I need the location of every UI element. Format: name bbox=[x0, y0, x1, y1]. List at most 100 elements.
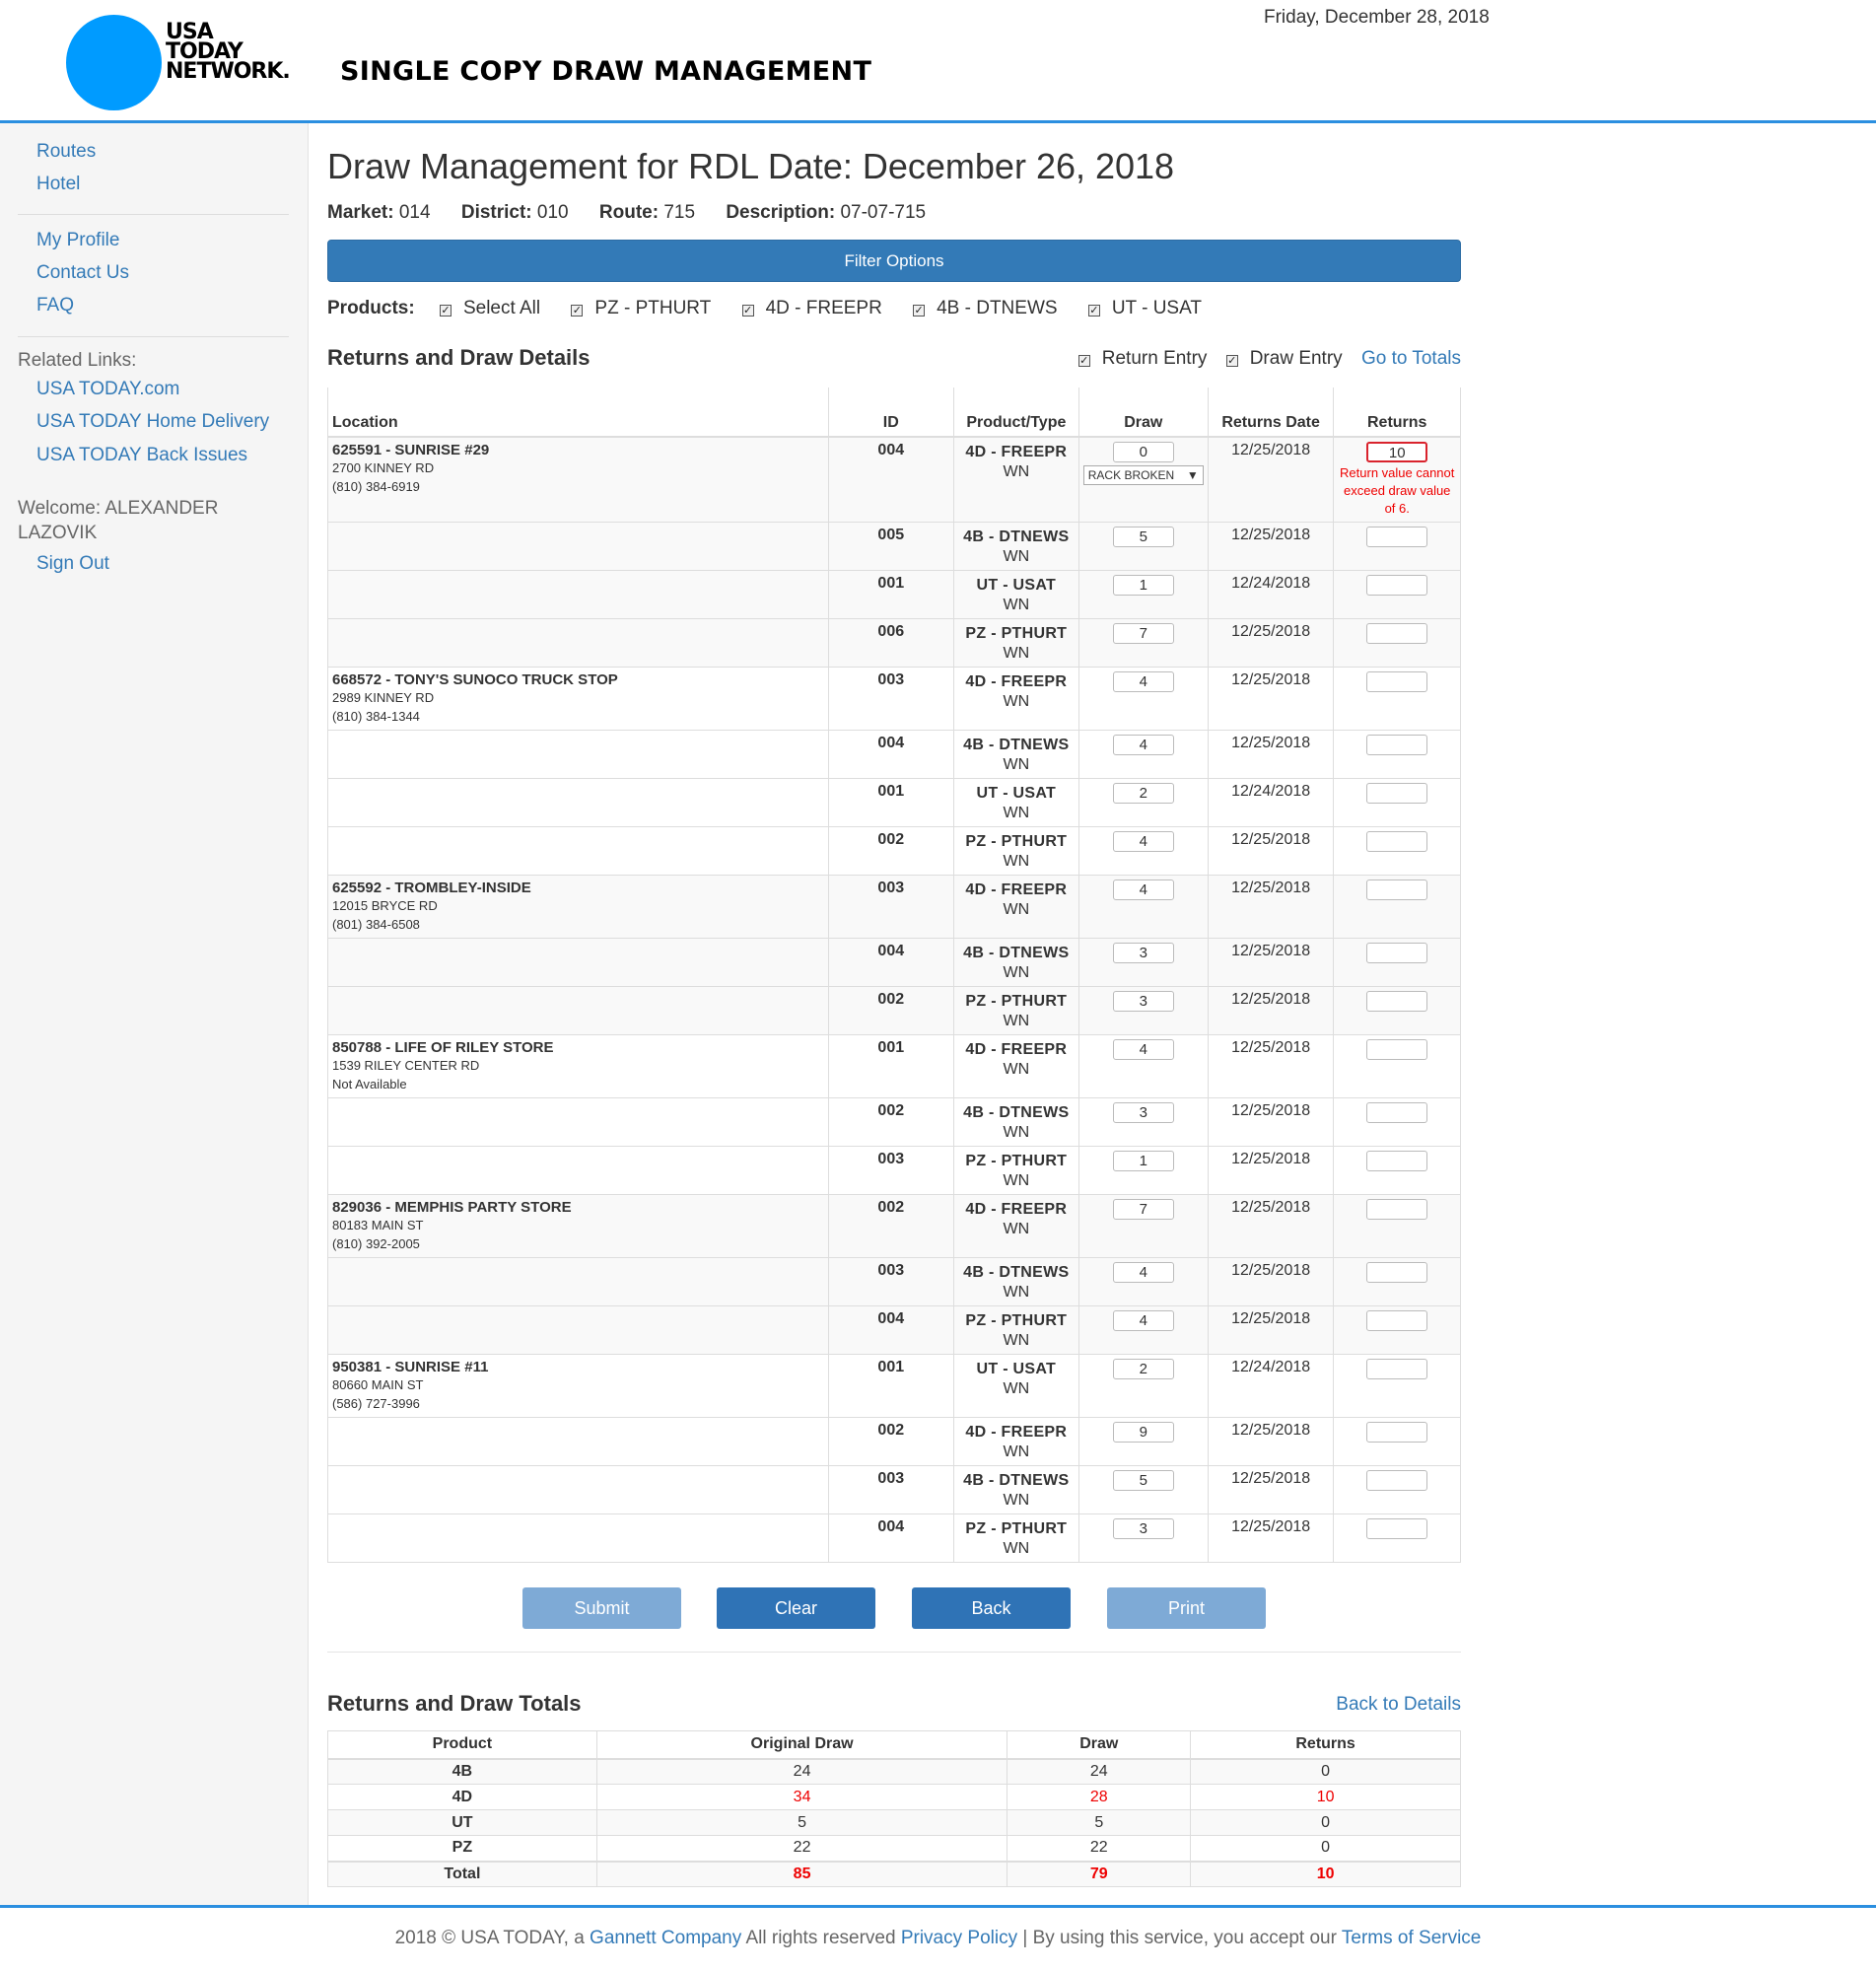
returns-input[interactable] bbox=[1366, 1359, 1428, 1379]
draw-input[interactable]: 3 bbox=[1112, 943, 1174, 963]
product-checkbox-pz[interactable]: ✓ PZ - PTHURT bbox=[571, 298, 711, 318]
id-cell: 004 bbox=[827, 1513, 954, 1563]
go-to-totals-link[interactable]: Go to Totals bbox=[1361, 348, 1461, 369]
location-cell: 829036 - MEMPHIS PARTY STORE 80183 MAIN S… bbox=[327, 1194, 829, 1258]
draw-input[interactable]: 0 bbox=[1112, 442, 1174, 462]
checkbox-checked-icon[interactable]: ✓ bbox=[1087, 305, 1100, 317]
returns-input[interactable] bbox=[1366, 783, 1428, 804]
returns-input[interactable] bbox=[1366, 1262, 1428, 1283]
returns-input[interactable] bbox=[1366, 623, 1428, 644]
product-name: PZ - PTHURT bbox=[965, 1520, 1068, 1537]
print-button[interactable]: Print bbox=[1107, 1587, 1266, 1629]
checkbox-checked-icon[interactable]: ✓ bbox=[1077, 355, 1090, 367]
totals-product: 4D bbox=[327, 1784, 597, 1810]
sidebar-link-routes[interactable]: Routes bbox=[36, 141, 96, 163]
returns-input[interactable] bbox=[1366, 575, 1428, 596]
draw-cell: 5 bbox=[1077, 1465, 1209, 1514]
draw-input[interactable]: 4 bbox=[1112, 1262, 1174, 1283]
filter-options-button[interactable]: Filter Options bbox=[327, 240, 1461, 282]
terms-of-service-link[interactable]: Terms of Service bbox=[1342, 1928, 1481, 1948]
draw-input[interactable]: 9 bbox=[1112, 1422, 1174, 1443]
id-cell: 002 bbox=[827, 1194, 954, 1258]
product-checkbox-4b[interactable]: ✓ 4B - DTNEWS bbox=[913, 298, 1058, 318]
returns-input[interactable] bbox=[1366, 943, 1428, 963]
returns-input[interactable] bbox=[1366, 1039, 1428, 1060]
draw-input[interactable]: 4 bbox=[1112, 1039, 1174, 1060]
product-checkbox-4d[interactable]: ✓ 4D - FREEPR bbox=[741, 298, 882, 318]
id-cell: 001 bbox=[827, 1354, 954, 1418]
checkbox-checked-icon[interactable]: ✓ bbox=[913, 305, 926, 317]
sidebar-link-hotel[interactable]: Hotel bbox=[36, 174, 80, 195]
draw-input[interactable]: 7 bbox=[1112, 1199, 1174, 1220]
back-to-details-link[interactable]: Back to Details bbox=[1336, 1694, 1461, 1716]
draw-input[interactable]: 1 bbox=[1112, 575, 1174, 596]
returns-input[interactable] bbox=[1366, 831, 1428, 852]
draw-cell: 3 bbox=[1077, 1097, 1209, 1147]
draw-input[interactable]: 2 bbox=[1112, 1359, 1174, 1379]
return-entry-toggle[interactable]: ✓ Return Entry bbox=[1077, 348, 1207, 369]
gannett-link[interactable]: Gannett Company bbox=[590, 1928, 741, 1948]
usa-today-logo-circle[interactable] bbox=[66, 15, 162, 110]
id-cell: 002 bbox=[827, 986, 954, 1035]
location-cell bbox=[327, 618, 829, 668]
returns-input[interactable] bbox=[1366, 880, 1428, 900]
product-checkbox-select-all[interactable]: ✓ Select All bbox=[439, 298, 540, 318]
usa-today-network-logo[interactable]: USA TODAY NETWORK. bbox=[166, 22, 291, 83]
sidebar-link-my-profile[interactable]: My Profile bbox=[36, 230, 119, 251]
draw-entry-toggle[interactable]: ✓ Draw Entry bbox=[1225, 348, 1343, 369]
returns-date-cell: 12/25/2018 bbox=[1207, 667, 1334, 731]
draw-input[interactable]: 2 bbox=[1112, 783, 1174, 804]
returns-input[interactable] bbox=[1366, 1310, 1428, 1331]
back-button[interactable]: Back bbox=[912, 1587, 1071, 1629]
returns-input[interactable] bbox=[1366, 1518, 1428, 1539]
id-cell: 004 bbox=[827, 1305, 954, 1355]
draw-input[interactable]: 4 bbox=[1112, 880, 1174, 900]
draw-input[interactable]: 4 bbox=[1112, 831, 1174, 852]
checkbox-checked-icon[interactable]: ✓ bbox=[439, 305, 452, 317]
draw-reason-select[interactable]: RACK BROKEN ▼ bbox=[1082, 465, 1204, 485]
returns-input[interactable] bbox=[1366, 671, 1428, 692]
product-checkbox-ut[interactable]: ✓ UT - USAT bbox=[1087, 298, 1202, 318]
returns-input[interactable] bbox=[1366, 1470, 1428, 1491]
draw-cell: 5 bbox=[1077, 522, 1209, 571]
clear-button[interactable]: Clear bbox=[717, 1587, 875, 1629]
item-id: 004 bbox=[877, 735, 905, 751]
draw-input[interactable]: 5 bbox=[1112, 527, 1174, 547]
returns-input[interactable] bbox=[1366, 735, 1428, 755]
sidebar-link-contact-us[interactable]: Contact Us bbox=[36, 262, 129, 284]
checkbox-checked-icon[interactable]: ✓ bbox=[741, 305, 754, 317]
returns-input[interactable] bbox=[1366, 1422, 1428, 1443]
product-name: PZ - PTHURT bbox=[965, 833, 1068, 850]
returns-input[interactable]: 10 bbox=[1366, 442, 1428, 462]
draw-input[interactable]: 4 bbox=[1112, 671, 1174, 692]
product-type: WN bbox=[1003, 548, 1030, 565]
product-cell: PZ - PTHURT WN bbox=[952, 1513, 1079, 1563]
submit-button[interactable]: Submit bbox=[522, 1587, 681, 1629]
sign-out-link[interactable]: Sign Out bbox=[36, 553, 109, 575]
draw-input[interactable]: 7 bbox=[1112, 623, 1174, 644]
draw-input[interactable]: 3 bbox=[1112, 1518, 1174, 1539]
related-link-usa-today[interactable]: USA TODAY.com bbox=[36, 379, 179, 400]
related-link-back-issues[interactable]: USA TODAY Back Issues bbox=[36, 445, 247, 466]
rights-text: All rights reserved bbox=[741, 1928, 901, 1948]
product-type: WN bbox=[1003, 1284, 1030, 1301]
privacy-policy-link[interactable]: Privacy Policy bbox=[901, 1928, 1017, 1948]
returns-input[interactable] bbox=[1366, 527, 1428, 547]
draw-input[interactable]: 3 bbox=[1112, 1102, 1174, 1123]
checkbox-checked-icon[interactable]: ✓ bbox=[1225, 355, 1238, 367]
returns-input[interactable] bbox=[1366, 1102, 1428, 1123]
related-link-home-delivery[interactable]: USA TODAY Home Delivery bbox=[36, 411, 269, 433]
draw-input[interactable]: 3 bbox=[1112, 991, 1174, 1012]
returns-cell bbox=[1333, 986, 1461, 1035]
draw-input[interactable]: 1 bbox=[1112, 1151, 1174, 1171]
draw-input[interactable]: 4 bbox=[1112, 735, 1174, 755]
draw-input[interactable]: 5 bbox=[1112, 1470, 1174, 1491]
returns-input[interactable] bbox=[1366, 991, 1428, 1012]
returns-input[interactable] bbox=[1366, 1199, 1428, 1220]
returns-input[interactable] bbox=[1366, 1151, 1428, 1171]
draw-input[interactable]: 4 bbox=[1112, 1310, 1174, 1331]
location-name: 668572 - TONY'S SUNOCO TRUCK STOP bbox=[332, 671, 618, 688]
checkbox-checked-icon[interactable]: ✓ bbox=[571, 305, 584, 317]
sidebar-link-faq[interactable]: FAQ bbox=[36, 295, 74, 317]
returns-date-cell: 12/25/2018 bbox=[1207, 1194, 1334, 1258]
